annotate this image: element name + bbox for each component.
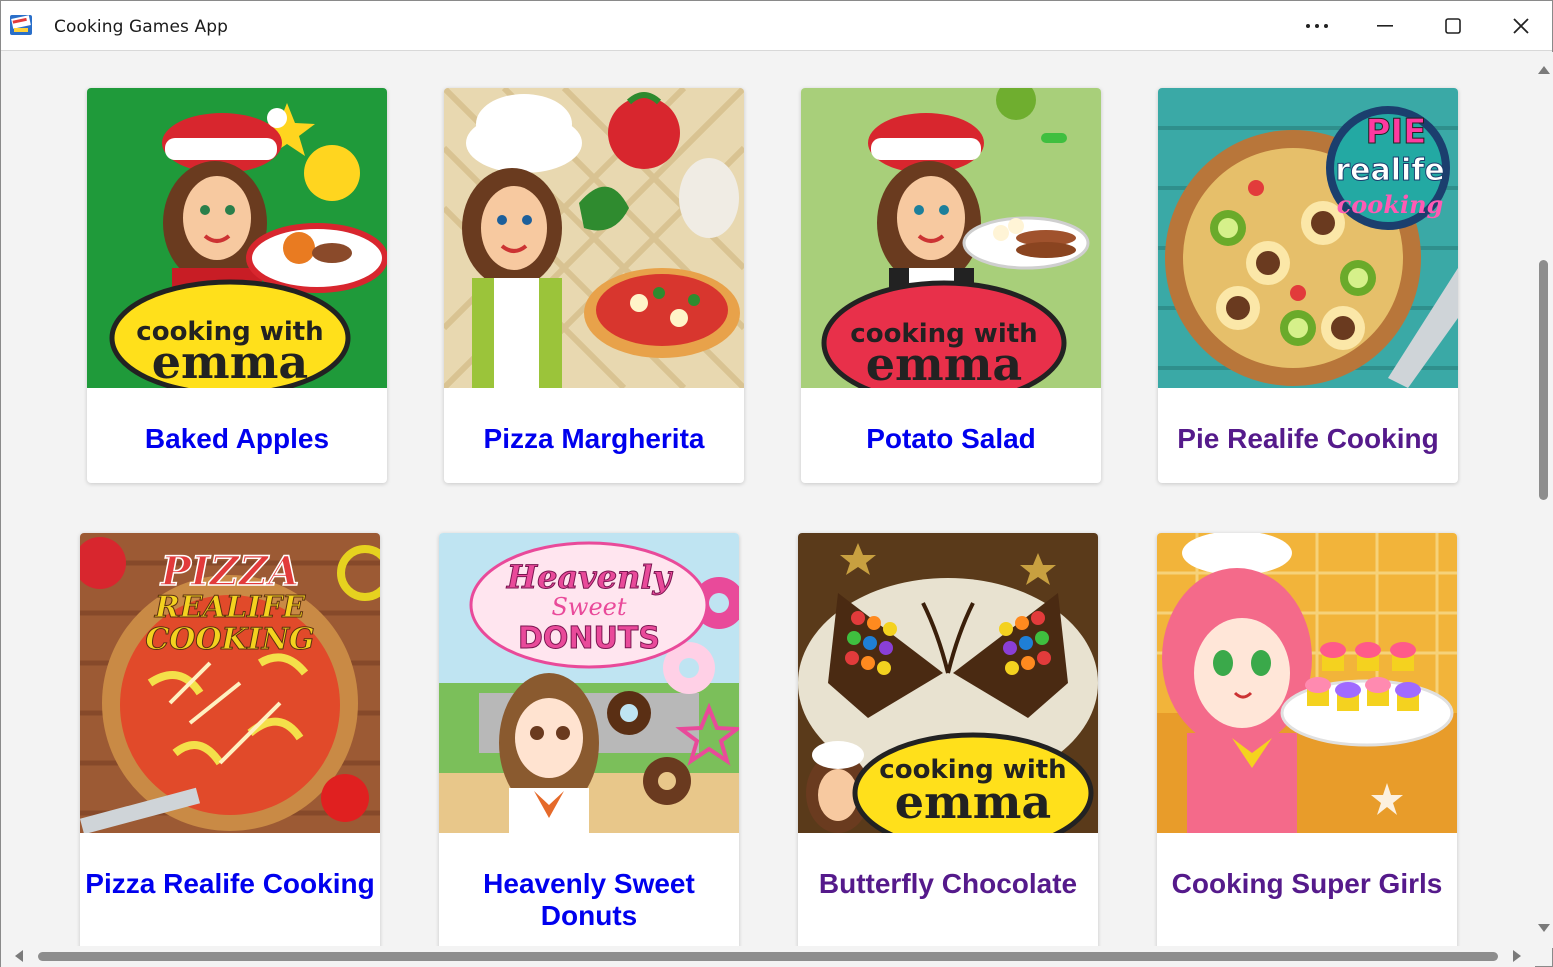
vertical-scroll-thumb[interactable] [1539,260,1548,500]
game-title-link[interactable]: Pizza Margherita [444,388,744,483]
games-grid: cooking with emma Baked Apples Pizza Mar… [1,52,1535,946]
scroll-right-icon[interactable] [1511,946,1523,967]
logo-text: DONUTS [518,621,660,656]
game-thumbnail[interactable]: PIZZA REALIFE COOKING [80,533,380,833]
logo-text: PIZZA [160,548,299,595]
vertical-scrollbar[interactable] [1535,52,1553,948]
game-thumbnail[interactable]: PIE realife cooking [1158,88,1458,388]
logo-text: Sweet [551,593,626,621]
game-thumbnail[interactable]: Heavenly Sweet DONUTS [439,533,739,833]
game-title-link[interactable]: Heavenly Sweet Donuts [439,833,739,931]
game-thumbnail[interactable]: cooking with emma [87,88,387,388]
scroll-left-icon[interactable] [13,946,25,967]
horizontal-scroll-thumb[interactable] [38,952,1498,961]
scroll-down-icon[interactable] [1535,922,1553,934]
window-title: Cooking Games App [54,17,228,37]
game-title-link[interactable]: Cooking Super Girls [1157,833,1457,928]
game-card[interactable]: Cooking Super Girls [1157,533,1457,946]
logo-text: REALIFE [154,590,307,625]
scroll-up-icon[interactable] [1535,64,1553,76]
logo-text: COOKING [145,622,314,657]
game-thumbnail[interactable]: cooking with emma [798,533,1098,833]
minimize-icon [1377,25,1393,27]
game-title-link[interactable]: Potato Salad [801,388,1101,483]
game-card[interactable]: Pizza Margherita [444,88,744,483]
more-options-button[interactable] [1283,1,1351,51]
game-card[interactable]: PIE realife cooking Pie Realife Cooking [1158,88,1458,483]
game-thumbnail[interactable] [444,88,744,388]
logo-text: Heavenly [506,558,674,596]
title-bar[interactable]: Cooking Games App [1,1,1552,51]
minimize-button[interactable] [1351,1,1419,51]
more-icon [1306,24,1328,28]
game-title-link[interactable]: Baked Apples [87,388,387,483]
logo-text: cooking [1337,190,1444,219]
logo-text: emma [152,335,308,388]
game-title-link[interactable]: Butterfly Chocolate [798,833,1098,928]
maximize-button[interactable] [1419,1,1487,51]
app-logo-icon [9,13,33,37]
logo-text: realife [1335,153,1444,188]
game-title-link[interactable]: Pizza Realife Cooking [80,833,380,928]
game-card[interactable]: cooking with emma Butterfly Chocolate [798,533,1098,946]
game-thumbnail[interactable]: cooking with emma [801,88,1101,388]
game-card[interactable]: PIZZA REALIFE COOKING Pizza Realife Cook… [80,533,380,946]
horizontal-scrollbar[interactable] [1,946,1535,967]
close-icon [1513,18,1529,34]
app-window: Cooking Games App cooking with emma Bake… [0,0,1553,967]
game-card[interactable]: cooking with emma Baked Apples [87,88,387,483]
close-button[interactable] [1487,1,1553,51]
maximize-icon [1445,18,1461,34]
game-title-link[interactable]: Pie Realife Cooking [1158,388,1458,483]
game-card[interactable]: cooking with emma Potato Salad [801,88,1101,483]
logo-text: emma [866,337,1022,388]
logo-text: emma [895,775,1051,829]
game-card[interactable]: Heavenly Sweet DONUTS Heavenly Sweet Don… [439,533,739,946]
logo-text: PIE [1366,112,1427,152]
game-thumbnail[interactable] [1157,533,1457,833]
